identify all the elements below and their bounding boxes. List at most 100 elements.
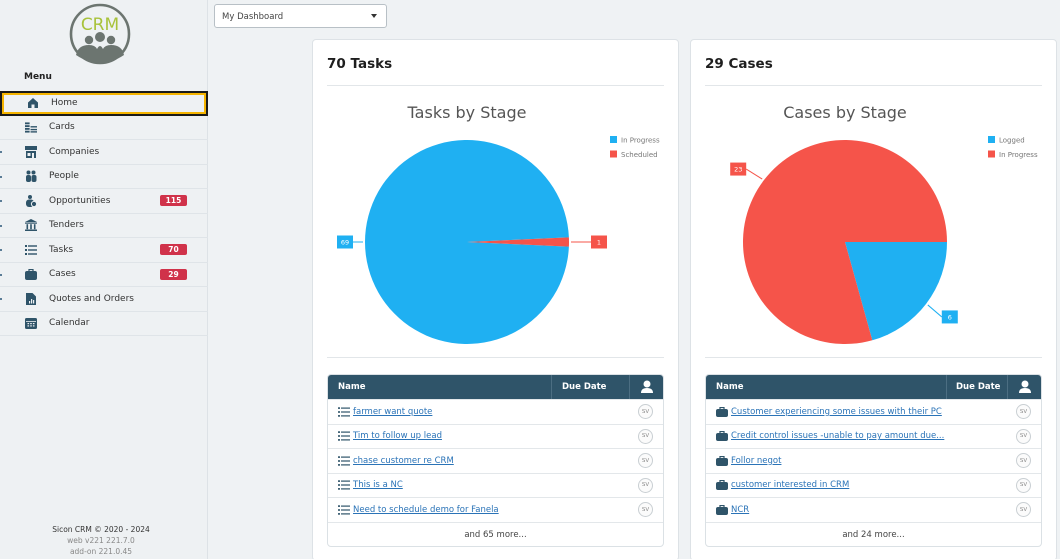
cards-icon <box>25 121 37 133</box>
case-icon <box>716 406 728 417</box>
sidebar-item-home[interactable]: Home <box>0 91 208 116</box>
quotes-icon <box>25 292 37 305</box>
sidebar: CRM Menu Home Cards Companies People Opp <box>0 0 208 559</box>
table-row: This is a NC SV <box>328 472 663 498</box>
user-avatar[interactable]: SV <box>1016 453 1031 469</box>
table-row: NCR SV <box>706 497 1041 522</box>
user-avatar[interactable]: SV <box>1016 477 1031 493</box>
tasks-count-badge: 70 <box>160 244 187 256</box>
table-row: chase customer re CRM SV <box>328 448 663 473</box>
tenders-icon <box>25 219 37 232</box>
case-icon <box>716 431 728 442</box>
user-avatar[interactable]: SV <box>1016 428 1031 444</box>
record-link[interactable]: farmer want quote <box>353 407 432 417</box>
record-link[interactable]: Credit control issues -unable to pay amo… <box>731 431 944 441</box>
tasks-card-title: 70 Tasks <box>327 56 393 72</box>
dashboard-select[interactable]: My Dashboard <box>214 4 387 28</box>
tasks-by-stage-chart: Tasks by Stage In Progress Scheduled 69 1 <box>337 103 660 344</box>
sidebar-item-label: Quotes and Orders <box>49 293 134 304</box>
user-avatar[interactable]: SV <box>1016 404 1031 420</box>
legend-label[interactable]: Scheduled <box>621 151 658 159</box>
chart-title: Cases by Stage <box>783 103 907 122</box>
record-link[interactable]: NCR <box>731 505 749 515</box>
user-icon <box>1019 380 1031 394</box>
legend-swatch <box>610 136 617 143</box>
legend-swatch <box>988 136 995 143</box>
user-avatar[interactable]: SV <box>638 428 653 444</box>
table-row: customer interested in CRM SV <box>706 472 1041 498</box>
sidebar-item-companies[interactable]: Companies <box>0 140 208 165</box>
legend-label[interactable]: In Progress <box>621 137 660 145</box>
legend-swatch <box>988 150 995 158</box>
table-row: Follor negot SV <box>706 448 1041 473</box>
sidebar-item-cards[interactable]: Cards <box>0 116 208 140</box>
column-header-name[interactable]: Name <box>338 382 365 392</box>
tasks-card: 70 Tasks Tasks by Stage In Progress Schedu… <box>312 39 679 559</box>
record-link[interactable]: This is a NC <box>353 480 403 490</box>
data-label: 6 <box>948 313 952 321</box>
sidebar-item-label: Opportunities <box>49 195 111 206</box>
record-link[interactable]: Customer experiencing some issues with t… <box>731 407 942 417</box>
case-icon <box>716 504 728 515</box>
cases-card-title: 29 Cases <box>705 56 773 72</box>
web-version-text: web v221 221.7.0 <box>67 536 135 545</box>
sidebar-footer: Sicon CRM © 2020 - 2024 web v221 221.7.0… <box>0 524 202 557</box>
sidebar-item-label: Companies <box>49 146 100 157</box>
home-icon <box>27 97 39 109</box>
divider <box>327 85 664 86</box>
legend-swatch <box>610 150 617 158</box>
table-row: Tim to follow up lead SV <box>328 423 663 449</box>
cases-by-stage-chart: Cases by Stage Logged In Progress 6 23 <box>730 103 1038 344</box>
sidebar-item-tasks[interactable]: Tasks 70 <box>0 238 208 263</box>
calendar-icon <box>25 317 37 329</box>
sidebar-item-calendar[interactable]: Calendar <box>0 312 208 336</box>
task-icon <box>338 456 350 466</box>
cases-card: 29 Cases Cases by Stage Logged In Progress… <box>690 39 1057 559</box>
sidebar-item-quotes-and-orders[interactable]: Quotes and Orders <box>0 287 208 312</box>
user-avatar[interactable]: SV <box>638 404 653 420</box>
column-header-due-date[interactable]: Due Date <box>562 382 606 392</box>
record-link[interactable]: Need to schedule demo for Fanela <box>353 505 499 515</box>
legend-label[interactable]: In Progress <box>999 151 1038 159</box>
case-icon <box>716 480 728 491</box>
column-header-name[interactable]: Name <box>716 382 743 392</box>
sidebar-item-tenders[interactable]: Tenders <box>0 214 208 238</box>
show-more-cases-link[interactable]: and 24 more... <box>706 521 1041 546</box>
record-link[interactable]: Follor negot <box>731 456 781 466</box>
user-avatar[interactable]: SV <box>638 502 653 518</box>
sidebar-item-label: Tenders <box>49 220 84 231</box>
crm-logo[interactable]: CRM <box>68 3 132 65</box>
sidebar-item-opportunities[interactable]: Opportunities 115 <box>0 189 208 214</box>
data-label: 69 <box>341 239 349 247</box>
sidebar-item-people[interactable]: People <box>0 165 208 189</box>
column-header-due-date[interactable]: Due Date <box>956 382 1000 392</box>
task-icon <box>338 505 350 515</box>
show-more-tasks-link[interactable]: and 65 more... <box>328 521 663 546</box>
user-avatar[interactable]: SV <box>638 453 653 469</box>
chart-title: Tasks by Stage <box>407 103 527 122</box>
companies-icon <box>25 145 37 158</box>
addon-version-text: add-on 221.0.45 <box>69 547 133 556</box>
cases-icon <box>25 268 37 280</box>
divider <box>705 85 1042 86</box>
record-link[interactable]: Tim to follow up lead <box>353 431 442 441</box>
sidebar-item-label: Calendar <box>49 318 90 329</box>
data-label-connector <box>927 304 943 318</box>
table-header: Name Due Date <box>706 375 1041 399</box>
sidebar-item-label: Home <box>51 98 78 109</box>
tasks-table: Name Due Date farmer want quote SV Tim to … <box>327 374 664 547</box>
task-icon <box>338 431 350 441</box>
sidebar-item-cases[interactable]: Cases 29 <box>0 263 208 287</box>
table-row: Customer experiencing some issues with t… <box>706 399 1041 424</box>
cases-count-badge: 29 <box>160 268 187 280</box>
user-icon <box>641 380 653 394</box>
user-avatar[interactable]: SV <box>638 477 653 493</box>
sidebar-item-label: Cards <box>49 122 75 133</box>
sidebar-nav: Home Cards Companies People Opportunitie… <box>0 91 208 336</box>
record-link[interactable]: chase customer re CRM <box>353 456 454 466</box>
user-avatar[interactable]: SV <box>1016 502 1031 518</box>
opportunities-count-badge: 115 <box>160 195 187 207</box>
legend-label[interactable]: Logged <box>999 137 1025 145</box>
chevron-down-icon <box>371 14 377 18</box>
record-link[interactable]: customer interested in CRM <box>731 480 849 490</box>
